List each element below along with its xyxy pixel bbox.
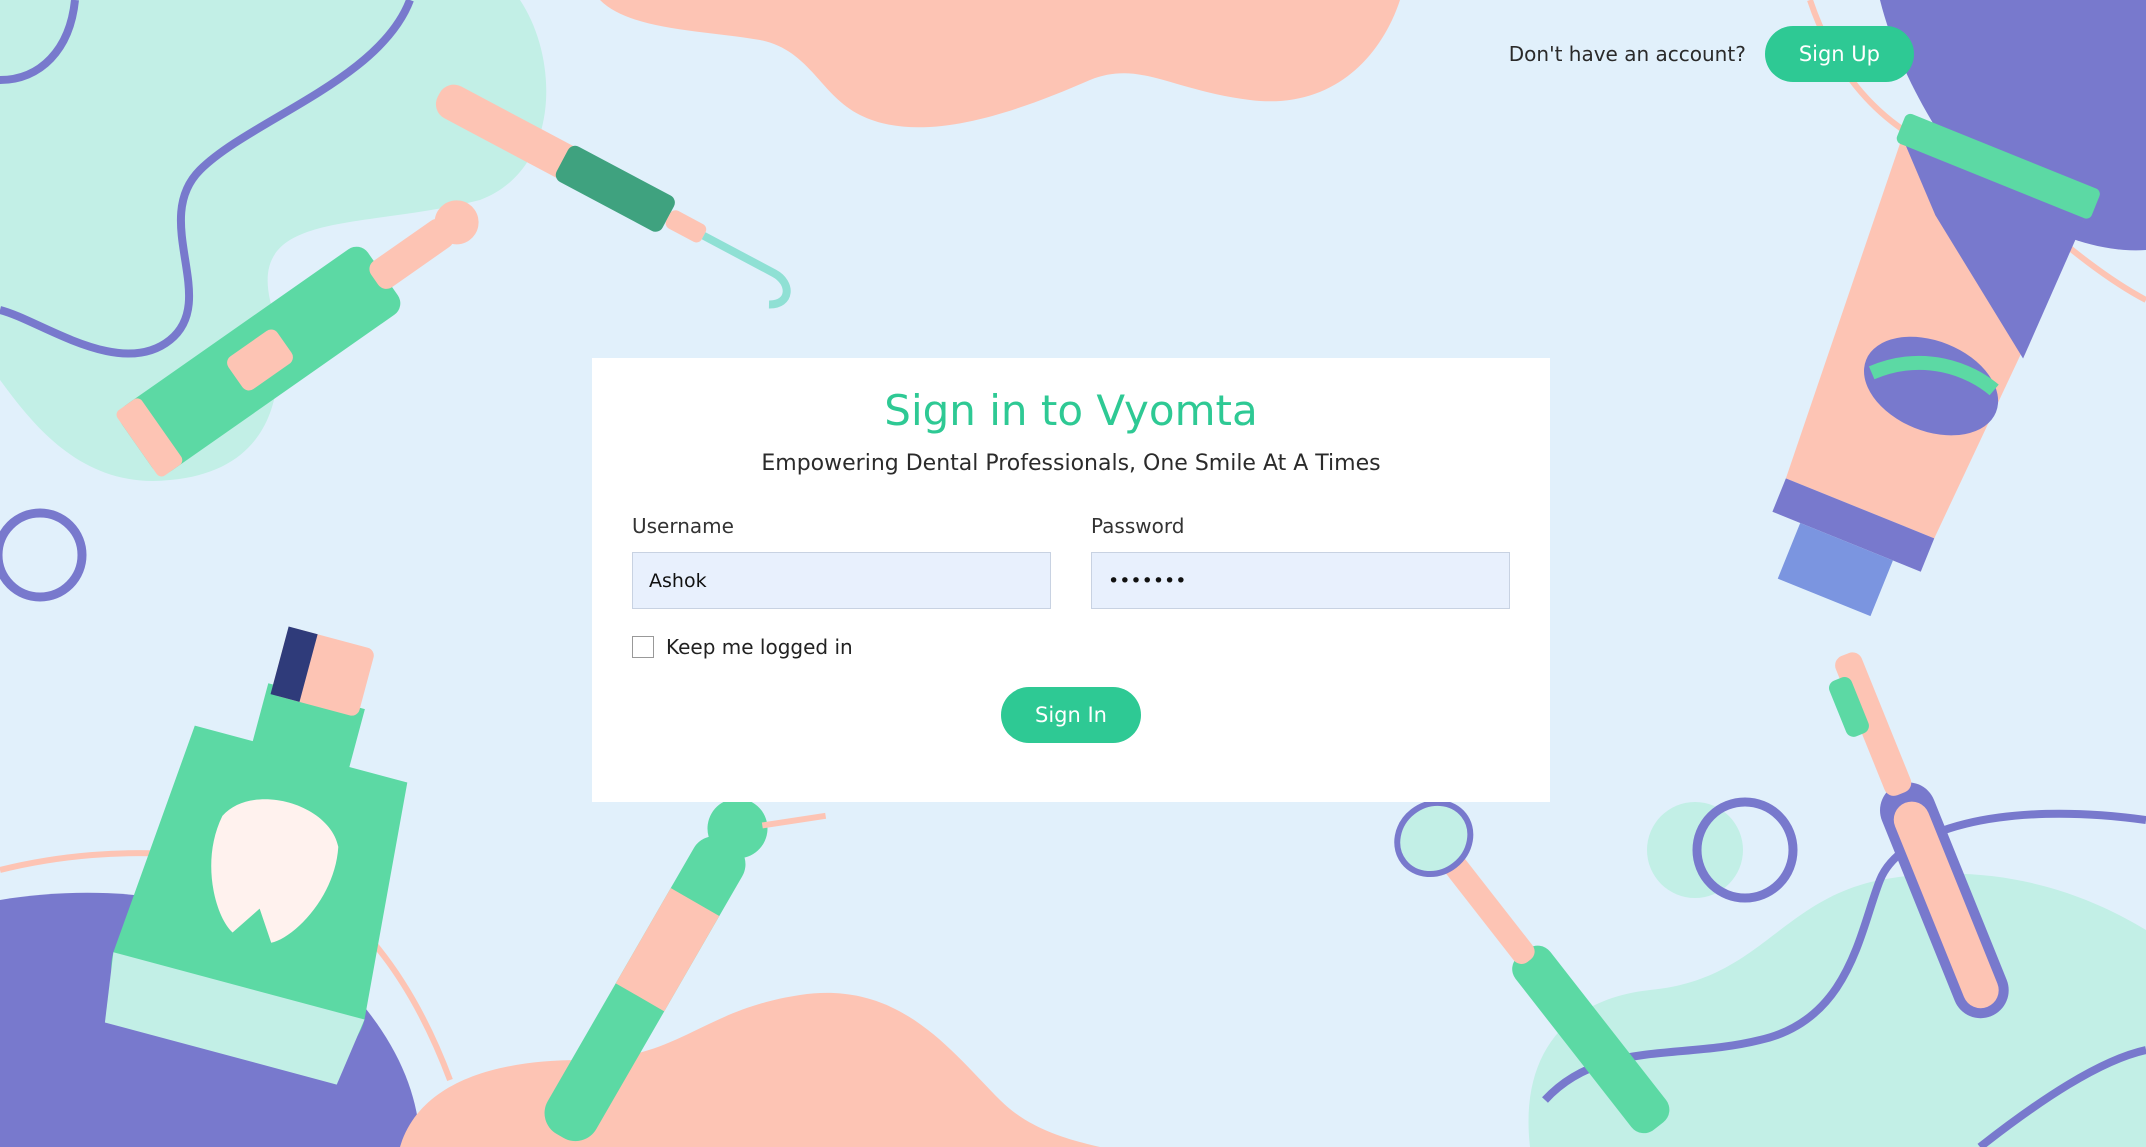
password-label: Password [1091,514,1185,538]
username-input[interactable] [632,552,1051,609]
top-bar: Don't have an account? Sign Up [1509,26,1914,82]
keep-logged-in-row: Keep me logged in [632,635,1510,659]
username-group: Username [632,514,1051,609]
page-subtitle: Empowering Dental Professionals, One Smi… [761,451,1381,476]
mouthwash-bottle-icon [104,626,408,1085]
login-card: Sign in to Vyomta Empowering Dental Prof… [592,358,1550,802]
credentials-row: Username Password [632,514,1510,609]
password-input[interactable] [1091,552,1510,609]
toothpaste-tube-icon [1772,113,2100,617]
signup-button[interactable]: Sign Up [1764,26,1914,82]
signin-button[interactable]: Sign In [1001,687,1141,743]
password-group: Password [1091,514,1510,609]
keep-logged-in-checkbox[interactable] [632,636,654,658]
username-label: Username [632,514,734,538]
page-title: Sign in to Vyomta [884,386,1258,435]
signin-row: Sign In [632,687,1510,743]
purple-ring-left [0,508,87,602]
signup-prompt: Don't have an account? [1508,42,1746,66]
peach-blob-top [600,0,1400,128]
keep-logged-in-label[interactable]: Keep me logged in [666,635,853,659]
peach-blob-bottom [400,992,1100,1147]
